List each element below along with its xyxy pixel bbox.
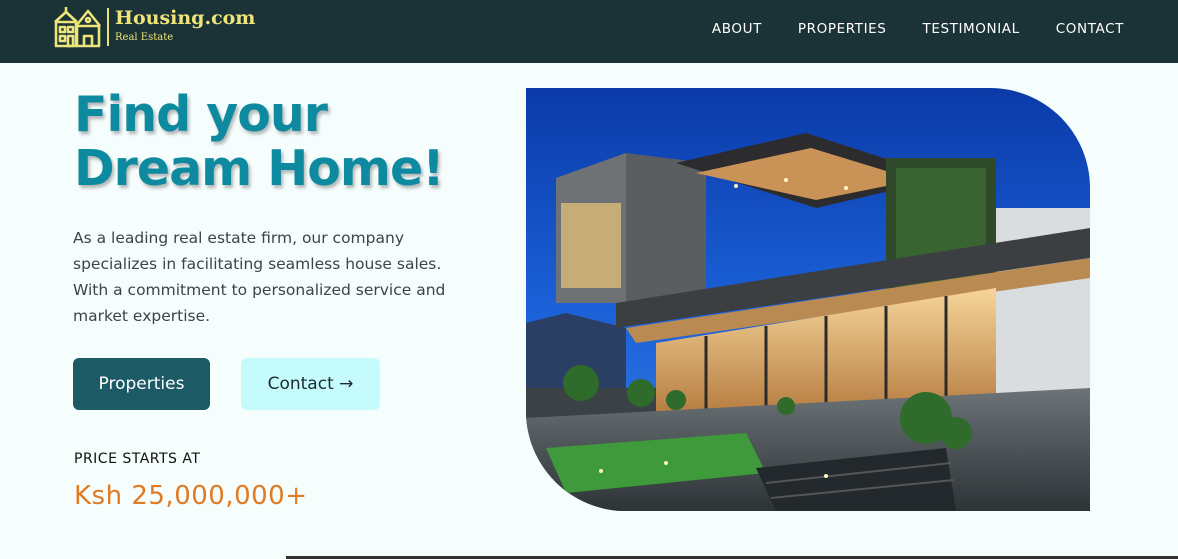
navbar: Housing.com Real Estate ABOUT PROPERTIES… bbox=[0, 0, 1178, 63]
nav-about[interactable]: ABOUT bbox=[712, 21, 762, 37]
brand-tagline: Real Estate bbox=[115, 32, 174, 43]
hero-image bbox=[526, 88, 1090, 511]
hero-title-line2: Dream Home! bbox=[74, 140, 445, 197]
hero-title: Find your Dream Home! bbox=[74, 88, 514, 196]
properties-button[interactable]: Properties bbox=[73, 358, 210, 410]
contact-button[interactable]: Contact → bbox=[241, 358, 380, 410]
logo[interactable]: Housing.com Real Estate bbox=[52, 6, 255, 48]
nav-testimonial[interactable]: TESTIMONIAL bbox=[922, 21, 1019, 37]
nav-contact[interactable]: CONTACT bbox=[1056, 21, 1124, 37]
house-icon bbox=[54, 7, 102, 48]
price-label: PRICE STARTS AT bbox=[74, 451, 201, 467]
brand-name: Housing.com bbox=[115, 7, 256, 29]
modern-house-photo bbox=[526, 88, 1090, 511]
logo-text: Housing.com Real Estate bbox=[115, 6, 255, 45]
nav-properties[interactable]: PROPERTIES bbox=[798, 21, 887, 37]
price-value: Ksh 25,000,000+ bbox=[74, 481, 308, 511]
logo-divider bbox=[107, 8, 109, 46]
hero-description: As a leading real estate firm, our compa… bbox=[73, 229, 446, 325]
nav-links: ABOUT PROPERTIES TESTIMONIAL CONTACT bbox=[712, 21, 1124, 37]
hero-title-line1: Find your bbox=[74, 86, 328, 143]
